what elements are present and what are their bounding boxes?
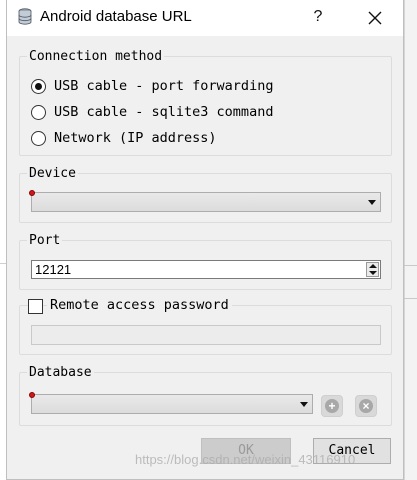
password-field — [31, 325, 381, 345]
remove-database-button[interactable]: × — [355, 395, 377, 417]
add-icon: + — [325, 399, 339, 413]
background-divider — [404, 298, 417, 299]
port-title: Port — [27, 233, 63, 248]
database-select[interactable] — [31, 394, 313, 414]
chevron-down-icon — [368, 200, 376, 205]
warning-icon — [29, 190, 35, 196]
database-title: Database — [27, 365, 94, 380]
warning-icon — [29, 392, 35, 398]
port-stepper[interactable] — [366, 262, 379, 277]
add-database-button[interactable]: + — [321, 395, 343, 417]
remote-access-checkbox[interactable] — [28, 299, 43, 314]
device-select[interactable] — [31, 192, 381, 212]
database-icon — [18, 8, 32, 25]
window-title: Android database URL — [40, 8, 192, 25]
stepper-up-icon[interactable] — [369, 264, 377, 268]
background-window — [404, 0, 417, 480]
radio-button[interactable] — [31, 78, 46, 94]
radio-label: Network (IP address) — [54, 130, 217, 146]
chevron-down-icon — [300, 402, 308, 407]
watermark-text: https://blog.csdn.net/weixin_43116910 — [135, 452, 356, 467]
connection-method-title: Connection method — [27, 49, 165, 64]
radio-label: USB cable - port forwarding — [54, 78, 274, 94]
stepper-down-icon[interactable] — [369, 271, 377, 275]
radio-network-ip[interactable]: Network (IP address) — [31, 128, 217, 148]
remote-access-label[interactable]: Remote access password — [47, 297, 232, 313]
help-button[interactable]: ? — [307, 6, 329, 28]
background-divider — [404, 265, 417, 266]
radio-button[interactable] — [31, 130, 46, 146]
remove-icon: × — [359, 399, 373, 413]
radio-usb-port-forwarding[interactable]: USB cable - port forwarding — [31, 76, 273, 96]
close-icon[interactable] — [363, 6, 387, 30]
radio-usb-sqlite3-command[interactable]: USB cable - sqlite3 command — [31, 102, 273, 122]
port-spinbox[interactable]: 12121 — [31, 260, 381, 279]
radio-label: USB cable - sqlite3 command — [54, 104, 274, 120]
title-bar: Android database URL ? — [7, 0, 403, 36]
device-title: Device — [27, 166, 78, 181]
port-value: 12121 — [35, 262, 72, 277]
android-database-url-dialog: Android database URL ? Connection method… — [6, 0, 404, 480]
radio-button[interactable] — [31, 104, 46, 120]
